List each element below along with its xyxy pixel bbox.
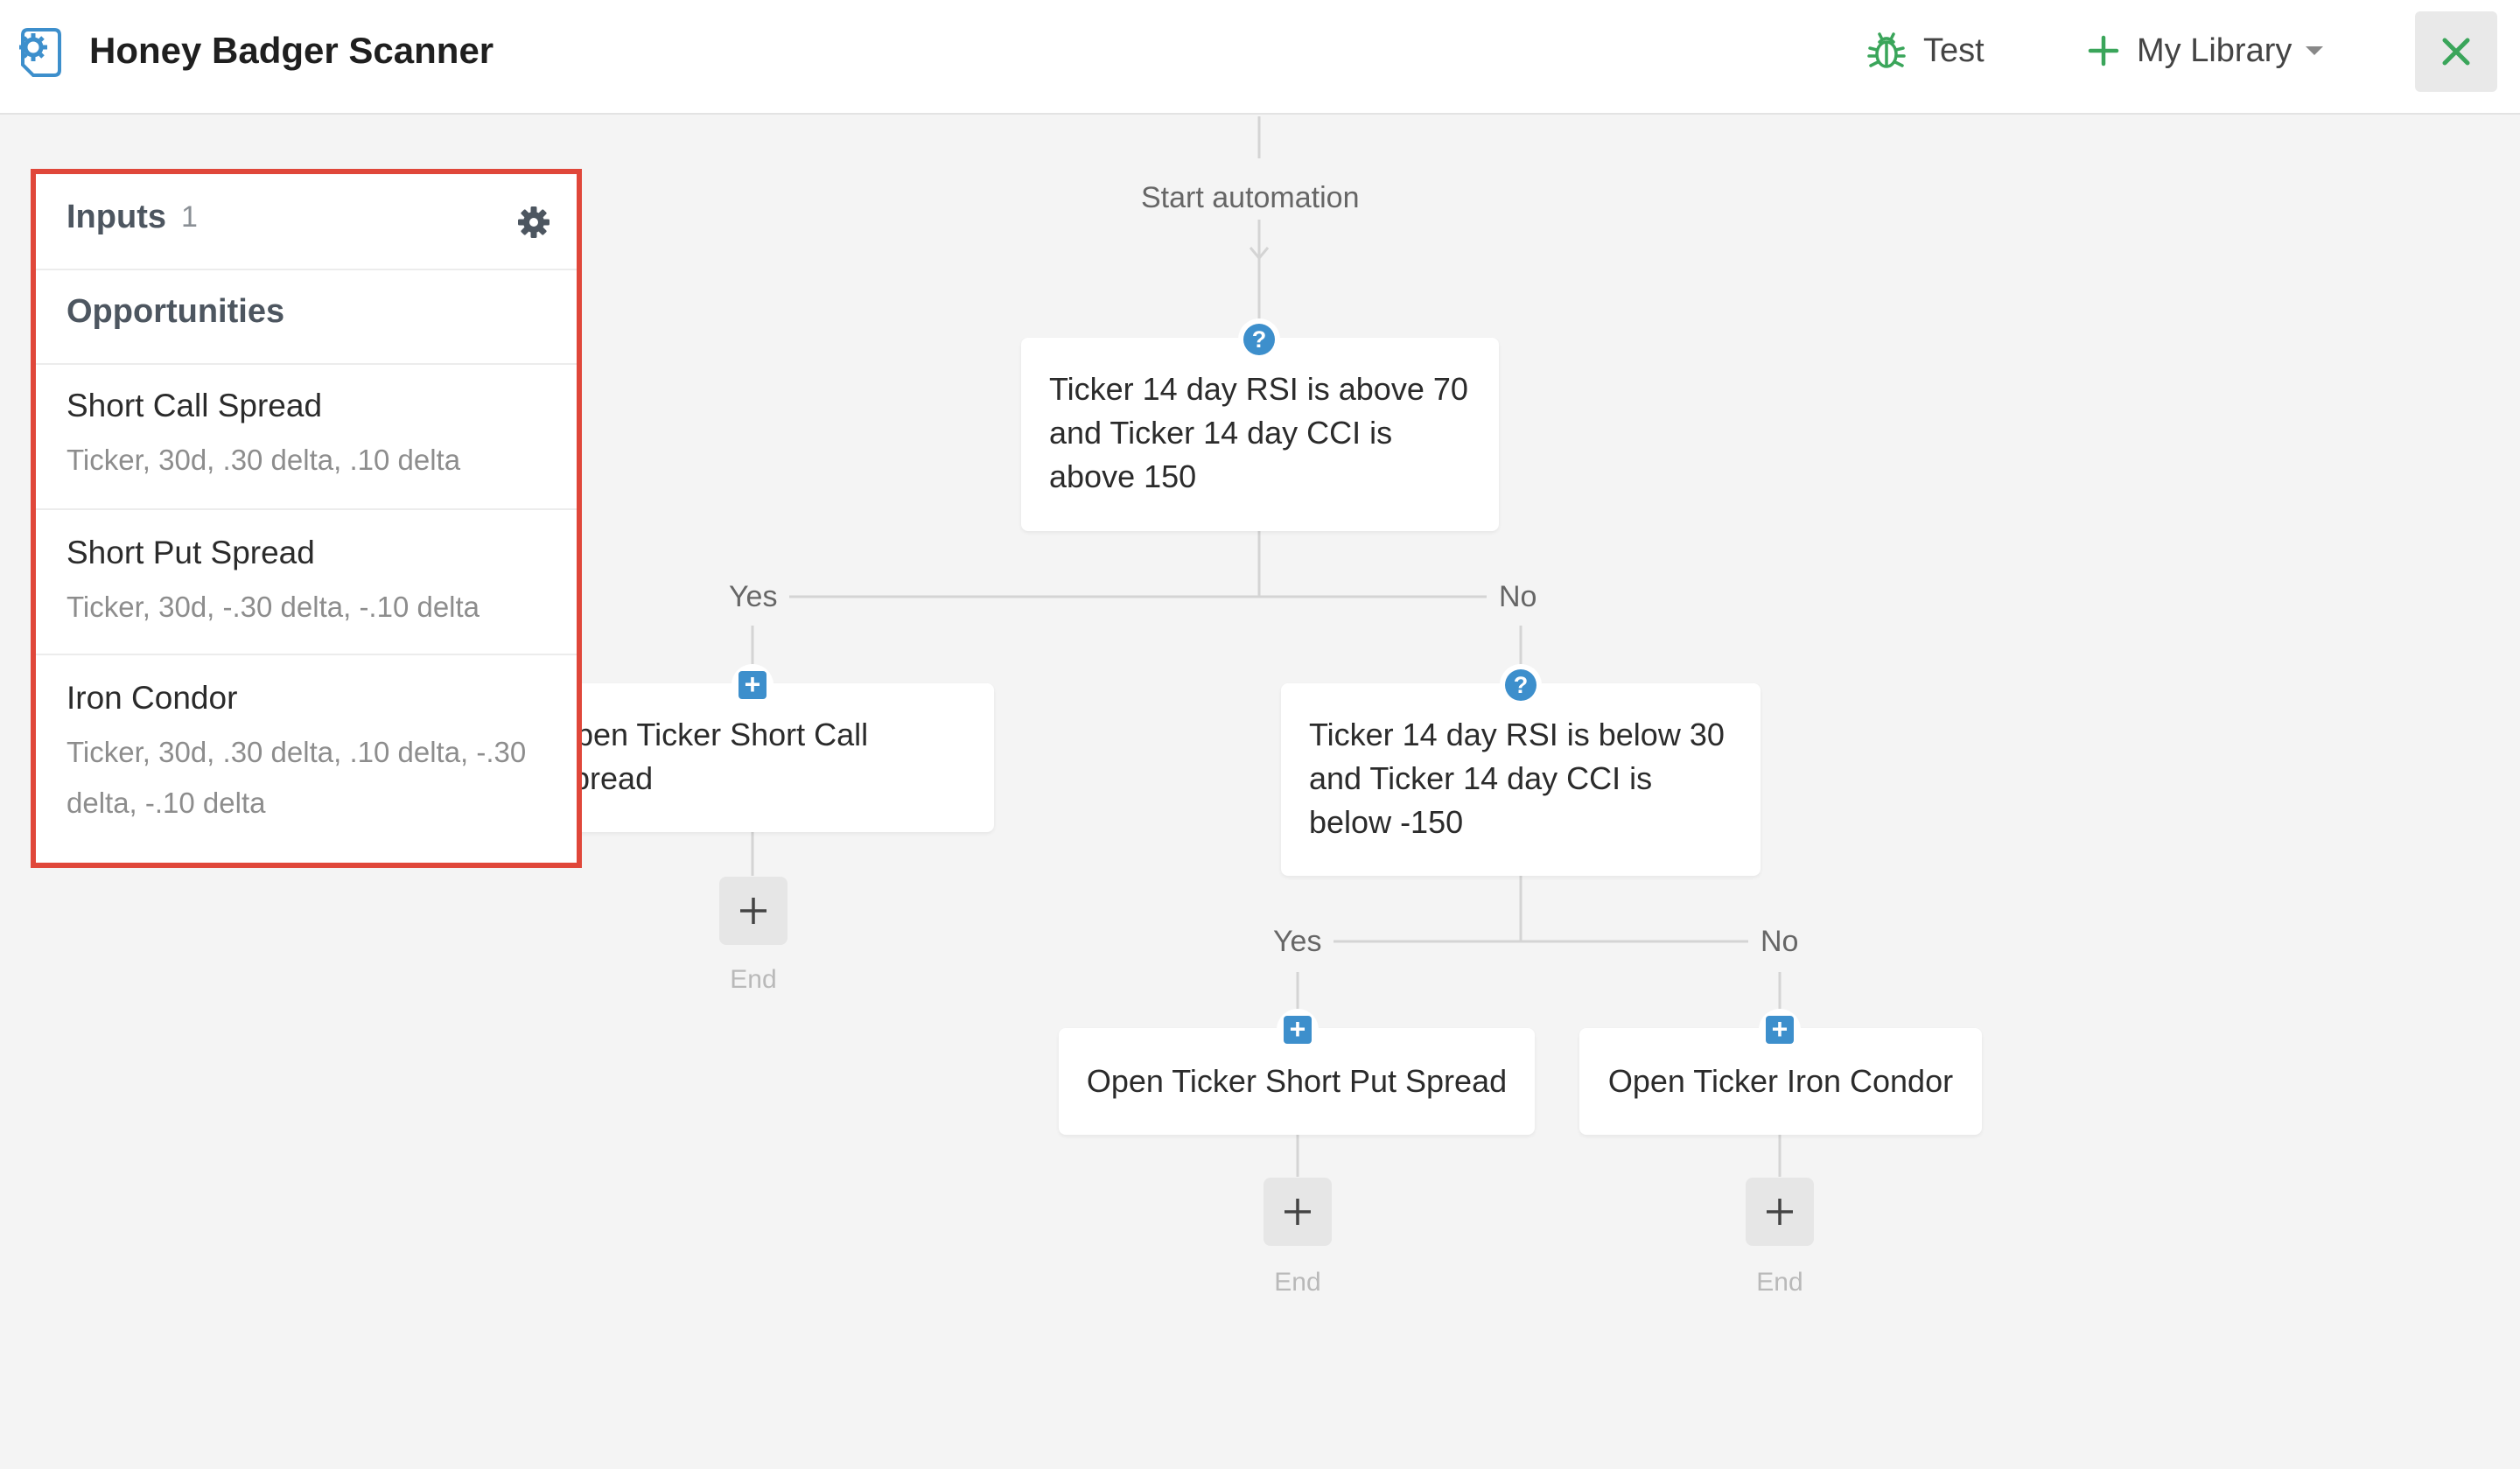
action-badge: +	[1277, 1009, 1319, 1051]
yes-branch-label: Yes	[717, 576, 790, 618]
plus-icon	[2088, 35, 2119, 66]
input-item-name: Iron Condor	[66, 680, 238, 716]
action-badge: +	[732, 664, 774, 706]
action-text: Open Ticker Short Put Spread	[1086, 1063, 1508, 1099]
action-badge: +	[1759, 1009, 1801, 1051]
action-text-line: Spread	[551, 760, 654, 796]
add-step-button[interactable]	[719, 877, 788, 945]
end-label: End	[1274, 1268, 1321, 1297]
plus-square-icon: +	[1284, 1015, 1312, 1044]
plus-icon	[1767, 1199, 1793, 1225]
start-automation-label: Start automation	[1141, 181, 1360, 214]
condition-node-oversold[interactable]: Ticker 14 day RSI is below 30 and Ticker…	[1281, 683, 1760, 876]
input-item-short-put-spread[interactable]: Short Put Spread Ticker, 30d, -.30 delta…	[36, 510, 577, 655]
input-item-short-call-spread[interactable]: Short Call Spread Ticker, 30d, .30 delta…	[36, 363, 577, 510]
condition-badge: ?	[1238, 318, 1280, 360]
close-button[interactable]	[2415, 11, 2497, 92]
inputs-panel: Inputs 1 Opportunities Short Call Spread…	[31, 169, 582, 868]
input-item-iron-condor[interactable]: Iron Condor Ticker, 30d, .30 delta, .10 …	[36, 655, 577, 863]
question-mark-icon: ?	[1243, 324, 1275, 355]
action-text: Open Ticker Iron Condor	[1607, 1063, 1954, 1099]
app-header: Honey Badger Scanner Test My Library	[0, 0, 2520, 115]
condition-text-line: below -150	[1309, 804, 1464, 840]
inputs-title: Inputs	[66, 199, 166, 235]
inputs-count: 1	[181, 200, 198, 234]
add-step-button[interactable]	[1746, 1178, 1814, 1246]
input-item-detail: Ticker, 30d, -.30 delta, -.10 delta	[66, 591, 480, 623]
condition-text-line: and Ticker 14 day CCI is	[1049, 415, 1393, 451]
my-library-label: My Library	[2137, 31, 2292, 69]
condition-text-line: and Ticker 14 day CCI is	[1309, 760, 1653, 796]
my-library-dropdown[interactable]: My Library	[2088, 26, 2325, 75]
bug-icon	[1867, 32, 1906, 68]
input-item-detail: Ticker, 30d, .30 delta, .10 delta, -.30 …	[66, 736, 527, 819]
plus-icon	[1284, 1199, 1311, 1225]
condition-node-overbought[interactable]: Ticker 14 day RSI is above 70 and Ticker…	[1021, 338, 1499, 531]
plus-icon	[740, 898, 766, 924]
question-mark-icon: ?	[1505, 669, 1536, 701]
test-button[interactable]: Test	[1867, 26, 1984, 75]
yes-branch-label: Yes	[1261, 920, 1334, 962]
input-item-detail: Ticker, 30d, .30 delta, .10 delta	[66, 444, 461, 476]
plus-square-icon: +	[1766, 1015, 1794, 1044]
test-label: Test	[1923, 31, 1984, 69]
end-label: End	[730, 965, 777, 994]
plus-square-icon: +	[738, 670, 766, 699]
close-icon	[2442, 38, 2470, 66]
condition-badge: ?	[1500, 664, 1542, 706]
no-branch-label: No	[1748, 920, 1811, 962]
opportunities-title: Opportunities	[66, 293, 285, 330]
opportunities-section-header: Opportunities	[36, 269, 577, 365]
condition-text-line: Ticker 14 day RSI is above 70	[1049, 371, 1468, 407]
condition-text-line: above 150	[1049, 458, 1197, 494]
no-branch-label: No	[1487, 576, 1550, 618]
chevron-down-icon	[2306, 46, 2324, 55]
add-step-button[interactable]	[1264, 1178, 1332, 1246]
condition-text-line: Ticker 14 day RSI is below 30	[1309, 717, 1725, 752]
input-item-name: Short Call Spread	[66, 388, 323, 423]
end-label: End	[1756, 1268, 1803, 1297]
action-text-line: Open Ticker Short Call	[551, 717, 869, 752]
gear-document-icon	[19, 28, 61, 77]
app-title: Honey Badger Scanner	[89, 30, 494, 71]
input-item-name: Short Put Spread	[66, 535, 315, 570]
inputs-panel-header: Inputs 1	[36, 174, 577, 270]
gear-icon[interactable]	[517, 206, 550, 239]
